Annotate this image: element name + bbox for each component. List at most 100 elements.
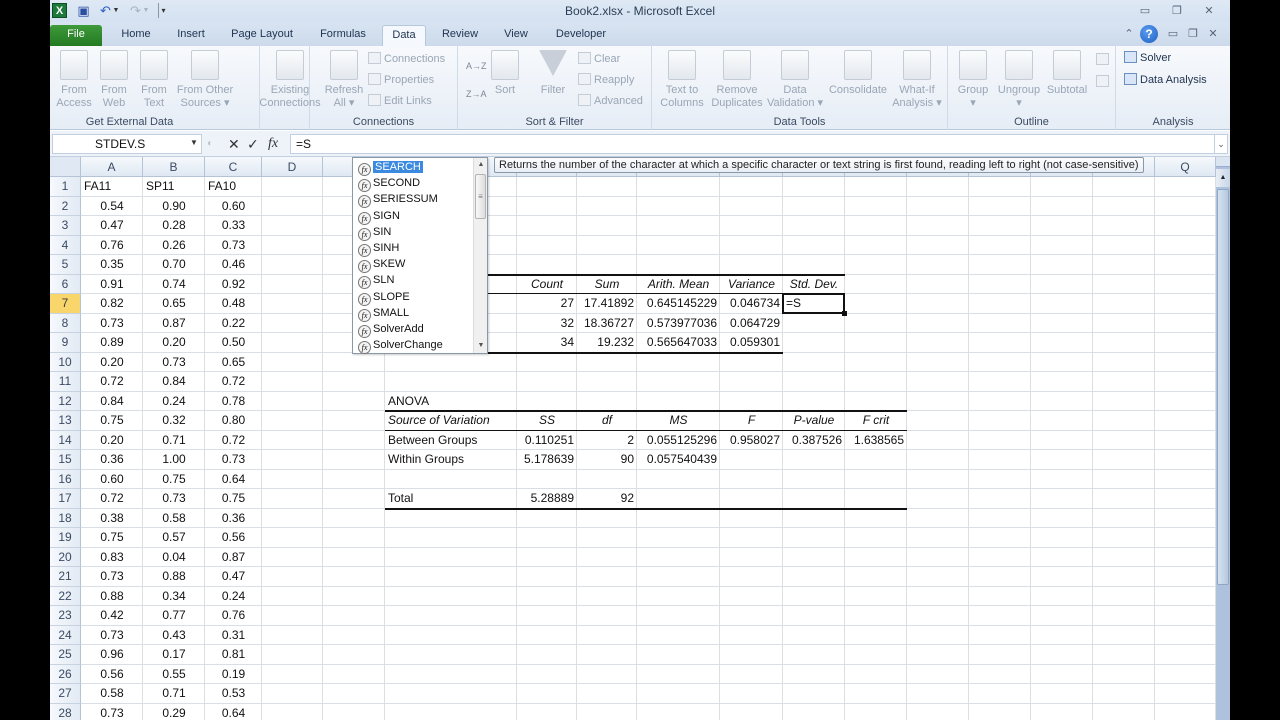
anova-cell[interactable]: 0.110251: [517, 431, 577, 451]
summary-cell[interactable]: 0.645145229: [637, 294, 720, 314]
summary-header-cell[interactable]: Std. Dev.: [783, 275, 845, 295]
data-cell[interactable]: 0.73: [205, 236, 262, 256]
anova-cell[interactable]: 0.958027: [720, 431, 783, 451]
data-cell[interactable]: 0.54: [81, 197, 143, 217]
data-cell[interactable]: 0.64: [205, 704, 262, 720]
data-cell[interactable]: 0.33: [205, 216, 262, 236]
edit-links-button[interactable]: Edit Links: [368, 91, 432, 111]
hide-detail-button[interactable]: [1096, 72, 1112, 92]
sort-a-z-button[interactable]: A→Z: [466, 56, 487, 76]
data-cell[interactable]: 0.58: [81, 684, 143, 704]
function-autocomplete-list[interactable]: fx SEARCH fx SECOND fx SERIESSUM fx SIGN fx SIN fx…: [352, 157, 488, 355]
minimize-ribbon-icon[interactable]: ⌃: [1122, 26, 1136, 42]
data-cell[interactable]: 0.47: [81, 216, 143, 236]
data-cell[interactable]: 0.32: [143, 411, 205, 431]
anova-cell[interactable]: 1.638565: [845, 431, 907, 451]
summary-header-cell[interactable]: Arith. Mean: [637, 275, 720, 295]
refresh-all-button[interactable]: Refresh All ▾: [322, 50, 366, 114]
data-cell[interactable]: 0.36: [205, 509, 262, 529]
data-validation-button[interactable]: Data Validation ▾: [766, 50, 824, 114]
data-cell[interactable]: 0.42: [81, 606, 143, 626]
anova-cell[interactable]: Within Groups: [385, 450, 517, 470]
what-if-analysis-button[interactable]: What-If Analysis ▾: [892, 50, 942, 114]
active-cell-selection[interactable]: [782, 293, 845, 314]
scroll-up-icon[interactable]: ▲: [474, 158, 488, 172]
row-header-25[interactable]: 25: [50, 645, 81, 665]
minimize-icon[interactable]: ▭: [1134, 3, 1156, 19]
summary-cell[interactable]: 0.064729: [720, 314, 783, 334]
row-header-4[interactable]: 4: [50, 235, 81, 255]
data-cell[interactable]: 0.56: [205, 528, 262, 548]
row-header-24[interactable]: 24: [50, 625, 81, 645]
data-cell[interactable]: 0.75: [205, 489, 262, 509]
summary-cell[interactable]: 0.573977036: [637, 314, 720, 334]
anova-cell[interactable]: Between Groups: [385, 431, 517, 451]
anova-header-cell[interactable]: F: [720, 411, 783, 431]
data-cell[interactable]: 0.84: [143, 372, 205, 392]
autocomplete-item[interactable]: fx SLN: [355, 272, 473, 290]
data-cell[interactable]: 0.48: [205, 294, 262, 314]
data-cell[interactable]: 0.57: [143, 528, 205, 548]
row-header-17[interactable]: 17: [50, 489, 81, 509]
data-cell[interactable]: 0.60: [81, 470, 143, 490]
autocomplete-item[interactable]: fx SMALL: [355, 305, 473, 322]
data-cell[interactable]: 0.53: [205, 684, 262, 704]
tab-file[interactable]: File: [50, 25, 102, 46]
anova-cell[interactable]: 2: [577, 431, 637, 451]
data-cell[interactable]: 0.87: [143, 314, 205, 334]
help-icon[interactable]: ?: [1140, 25, 1158, 43]
subtotal-button[interactable]: Subtotal: [1044, 50, 1090, 114]
data-cell[interactable]: 1.00: [143, 450, 205, 470]
data-cell[interactable]: 0.20: [143, 333, 205, 353]
data-cell[interactable]: 0.71: [143, 431, 205, 451]
row-header-22[interactable]: 22: [50, 586, 81, 606]
name-box[interactable]: STDEV.S: [52, 134, 202, 154]
row-header-19[interactable]: 19: [50, 528, 81, 548]
data-cell[interactable]: 0.56: [81, 665, 143, 685]
summary-cell[interactable]: 18.36727: [577, 314, 637, 334]
data-cell[interactable]: 0.80: [205, 411, 262, 431]
row-header-13[interactable]: 13: [50, 411, 81, 431]
data-cell[interactable]: 0.60: [205, 197, 262, 217]
autocomplete-item[interactable]: fx SolverChange: [355, 337, 473, 355]
column-header-d[interactable]: D: [262, 157, 323, 177]
scroll-thumb[interactable]: [1217, 189, 1229, 585]
row-header-7[interactable]: 7: [50, 294, 81, 314]
advanced-button[interactable]: Advanced: [578, 91, 643, 111]
autocomplete-item[interactable]: fx SLOPE: [355, 289, 473, 306]
text-to-columns-button[interactable]: Text to Columns: [656, 50, 708, 114]
anova-header-cell[interactable]: df: [577, 411, 637, 431]
autocomplete-item[interactable]: fx SINH: [355, 240, 473, 257]
consolidate-button[interactable]: Consolidate: [826, 50, 890, 114]
active-cell-value[interactable]: [783, 314, 845, 334]
expand-formula-bar-icon[interactable]: ⌄: [1214, 134, 1228, 154]
summary-header-cell[interactable]: Sum: [577, 275, 637, 295]
row-header-21[interactable]: 21: [50, 567, 81, 587]
ungroup-button[interactable]: Ungroup ▾: [994, 50, 1044, 114]
anova-cell[interactable]: Total: [385, 489, 517, 509]
data-cell[interactable]: 0.88: [143, 567, 205, 587]
data-cell[interactable]: 0.73: [81, 626, 143, 646]
anova-header-cell[interactable]: P-value: [783, 411, 845, 431]
row-header-27[interactable]: 27: [50, 684, 81, 704]
from-access-button[interactable]: From Access: [54, 50, 94, 114]
data-cell[interactable]: 0.91: [81, 275, 143, 295]
summary-cell[interactable]: 32: [517, 314, 577, 334]
autocomplete-item[interactable]: fx SIGN: [355, 208, 473, 225]
data-cell[interactable]: 0.73: [205, 450, 262, 470]
group-button[interactable]: Group ▾: [954, 50, 992, 114]
row-header-10[interactable]: 10: [50, 352, 81, 372]
row-header-28[interactable]: 28: [50, 703, 81, 720]
anova-header-cell[interactable]: MS: [637, 411, 720, 431]
data-analysis-button[interactable]: Data Analysis: [1124, 70, 1207, 90]
formula-input[interactable]: =S: [290, 134, 1216, 154]
data-cell[interactable]: 0.17: [143, 645, 205, 665]
tab-formulas[interactable]: Formulas: [312, 25, 374, 46]
vertical-scrollbar[interactable]: ▲: [1216, 157, 1230, 720]
data-cell[interactable]: 0.78: [205, 392, 262, 412]
data-cell[interactable]: 0.75: [81, 528, 143, 548]
row-header-20[interactable]: 20: [50, 547, 81, 567]
insert-function-icon[interactable]: fx: [268, 135, 278, 153]
data-cell[interactable]: 0.71: [143, 684, 205, 704]
properties-button[interactable]: Properties: [368, 70, 434, 90]
